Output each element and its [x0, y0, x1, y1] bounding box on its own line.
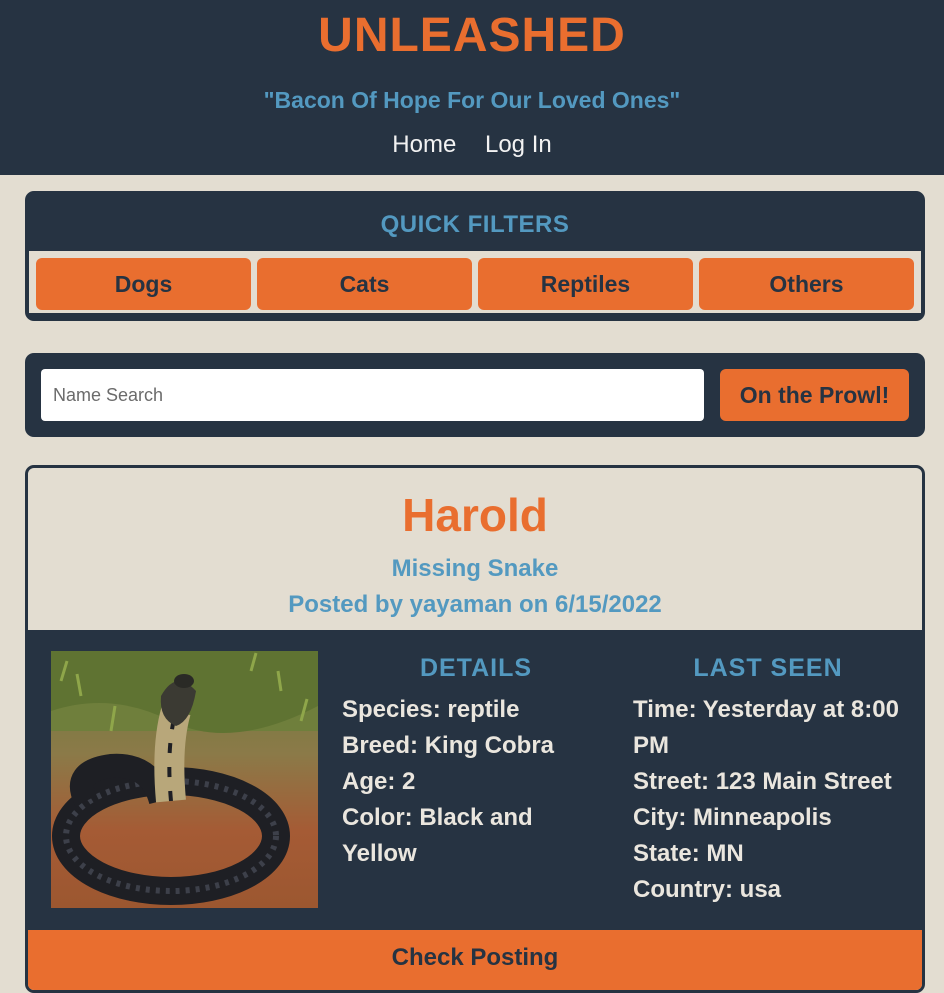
site-logo[interactable]: UNLEASHED [0, 8, 944, 63]
filter-dogs-button[interactable]: Dogs [36, 258, 251, 310]
name-search-input[interactable] [41, 369, 704, 421]
search-submit-button[interactable]: On the Prowl! [720, 369, 909, 421]
detail-species: Species: reptile [342, 696, 520, 723]
last-seen-street: Street: 123 Main Street [633, 768, 892, 795]
filter-reptiles-button[interactable]: Reptiles [478, 258, 693, 310]
last-seen-city: City: Minneapolis [633, 804, 832, 831]
detail-breed: Breed: King Cobra [342, 732, 555, 759]
filter-others-button[interactable]: Others [699, 258, 914, 310]
detail-color: Color: Black and Yellow [342, 804, 533, 867]
filter-cats-button[interactable]: Cats [257, 258, 472, 310]
pet-photo [51, 651, 318, 908]
details-title: DETAILS [419, 654, 533, 682]
main-nav: Home Log In [0, 131, 944, 159]
last-seen-time: Time: Yesterday at 8:00 PM [633, 696, 899, 759]
last-seen-list: Time: Yesterday at 8:00 PM Street: 123 M… [633, 692, 905, 908]
pet-post-card: Harold Missing Snake Posted by yayaman o… [25, 465, 925, 993]
quick-filters-title: QUICK FILTERS [380, 211, 570, 238]
site-header: UNLEASHED "Bacon Of Hope For Our Loved O… [0, 0, 944, 175]
last-seen-country: Country: usa [633, 876, 782, 903]
last-seen-state: State: MN [633, 840, 744, 867]
post-meta: Posted by yayaman on 6/15/2022 [288, 591, 662, 618]
nav-login-link[interactable]: Log In [485, 131, 552, 159]
search-panel: On the Prowl! [25, 353, 925, 437]
last-seen-title: LAST SEEN [693, 654, 843, 682]
detail-age: Age: 2 [342, 768, 416, 795]
post-details-panel: DETAILS Species: reptile Breed: King Cob… [28, 630, 922, 930]
pet-status: Missing Snake [391, 555, 559, 582]
pet-name: Harold [402, 489, 548, 541]
quick-filters-bar: Dogs Cats Reptiles Others [29, 251, 921, 313]
site-tagline: "Bacon Of Hope For Our Loved Ones" [263, 87, 681, 113]
check-posting-button[interactable]: Check Posting [28, 930, 922, 990]
details-list: Species: reptile Breed: King Cobra Age: … [342, 692, 612, 872]
quick-filters-panel: QUICK FILTERS Dogs Cats Reptiles Others [25, 191, 925, 321]
nav-home-link[interactable]: Home [392, 131, 456, 159]
